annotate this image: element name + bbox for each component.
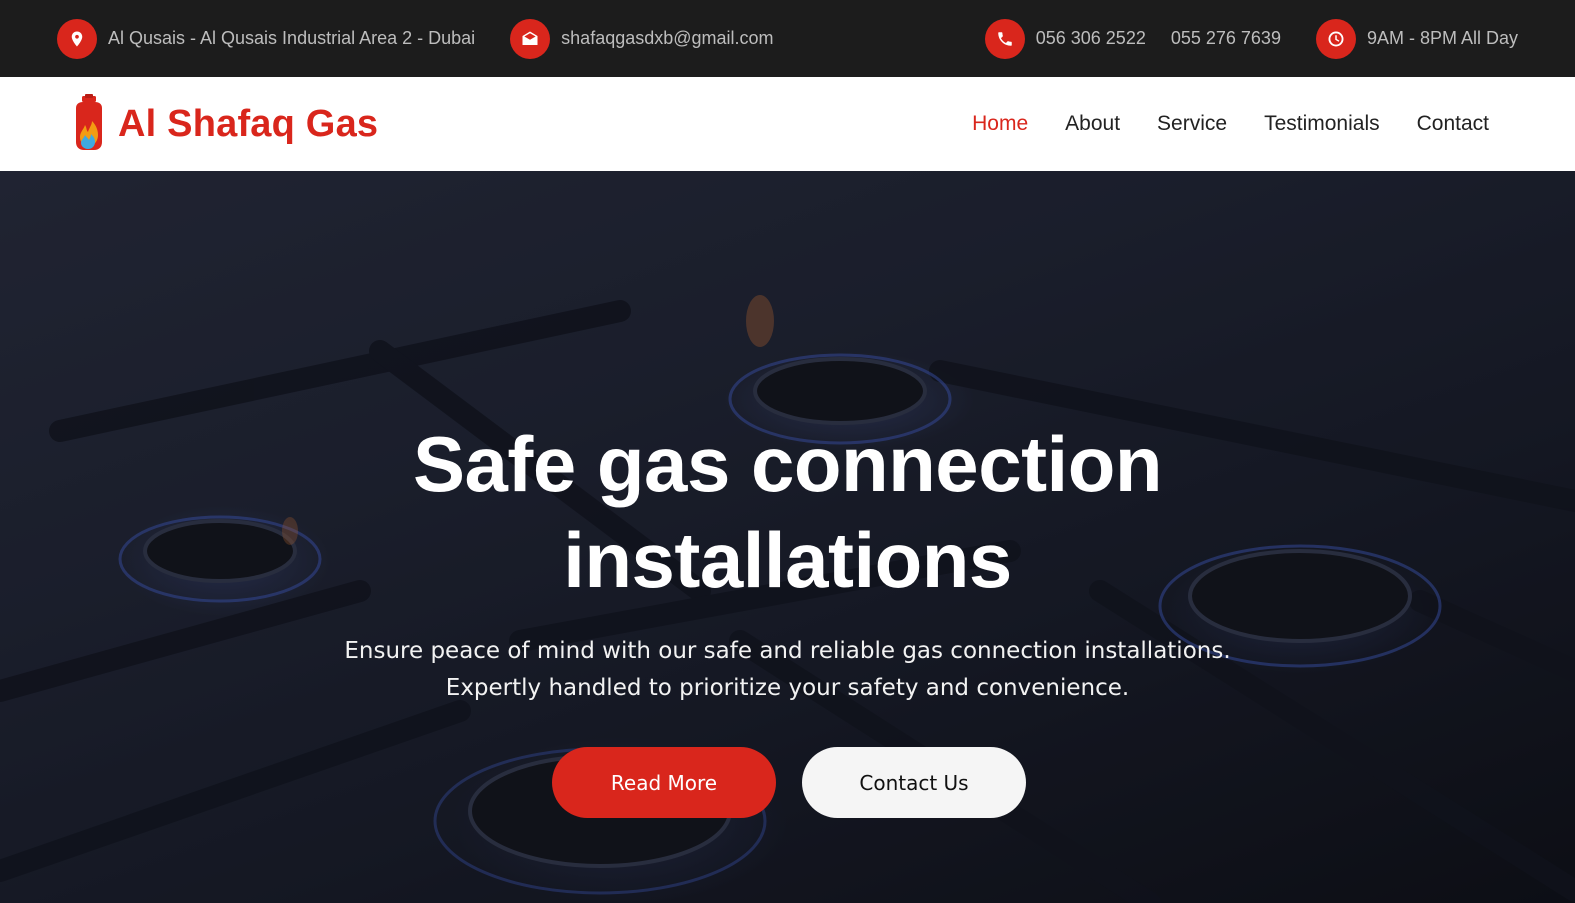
clock-icon	[1315, 18, 1356, 59]
nav-item-about[interactable]: About	[1065, 112, 1120, 136]
envelope-icon	[510, 18, 551, 59]
hero-title: Safe gas connection installations	[0, 416, 1575, 608]
location-pin-icon	[57, 18, 97, 59]
contact-us-button[interactable]: Contact Us	[802, 747, 1026, 818]
nav-item-contact[interactable]: Contact	[1417, 112, 1489, 136]
phone-numbers: 056 306 2522 055 276 7639	[1036, 28, 1281, 49]
hero-title-line-2: installations	[563, 516, 1012, 604]
gas-cylinder-flame-icon	[76, 94, 102, 150]
top-bar-left: Al Qusais - Al Qusais Industrial Area 2 …	[57, 18, 774, 59]
read-more-button[interactable]: Read More	[552, 747, 776, 818]
phone-icon	[984, 18, 1025, 59]
hours-item: 9AM - 8PM All Day	[1315, 18, 1518, 59]
address-item: Al Qusais - Al Qusais Industrial Area 2 …	[57, 18, 476, 59]
email-link[interactable]: shafaqgasdxb@gmail.com	[561, 28, 773, 49]
nav-menu: Home About Service Testimonials Contact	[972, 112, 1505, 136]
brand[interactable]: Al Shafaq Gas	[70, 94, 378, 154]
top-bar-right: 056 306 2522 055 276 7639 9AM - 8PM All …	[984, 18, 1518, 59]
phone-link-2[interactable]: 055 276 7639	[1171, 28, 1281, 49]
hero-title-line-1: Safe gas connection	[412, 420, 1163, 508]
hero-subtitle-line-1: Ensure peace of mind with our safe and r…	[344, 638, 1231, 664]
main-navbar: Al Shafaq Gas Home About Service Testimo…	[0, 77, 1575, 171]
phone-item: 056 306 2522 055 276 7639	[984, 18, 1281, 59]
nav-item-service[interactable]: Service	[1157, 112, 1227, 136]
hours-text: 9AM - 8PM All Day	[1366, 28, 1518, 48]
top-info-bar: Al Qusais - Al Qusais Industrial Area 2 …	[0, 0, 1575, 77]
phone-link-1[interactable]: 056 306 2522	[1036, 28, 1146, 49]
email-item[interactable]: shafaqgasdxb@gmail.com	[510, 18, 774, 59]
hero-subtitle-line-2: Expertly handled to prioritize your safe…	[445, 675, 1130, 701]
hero-subtitle: Ensure peace of mind with our safe and r…	[0, 633, 1575, 707]
hero-content: Safe gas connection installations Ensure…	[0, 171, 1575, 903]
nav-item-testimonials[interactable]: Testimonials	[1264, 112, 1380, 136]
brand-name: Al Shafaq Gas	[118, 102, 379, 145]
address-text: Al Qusais - Al Qusais Industrial Area 2 …	[108, 28, 476, 48]
nav-item-home[interactable]: Home	[972, 112, 1028, 136]
hero-section: Safe gas connection installations Ensure…	[0, 171, 1575, 903]
